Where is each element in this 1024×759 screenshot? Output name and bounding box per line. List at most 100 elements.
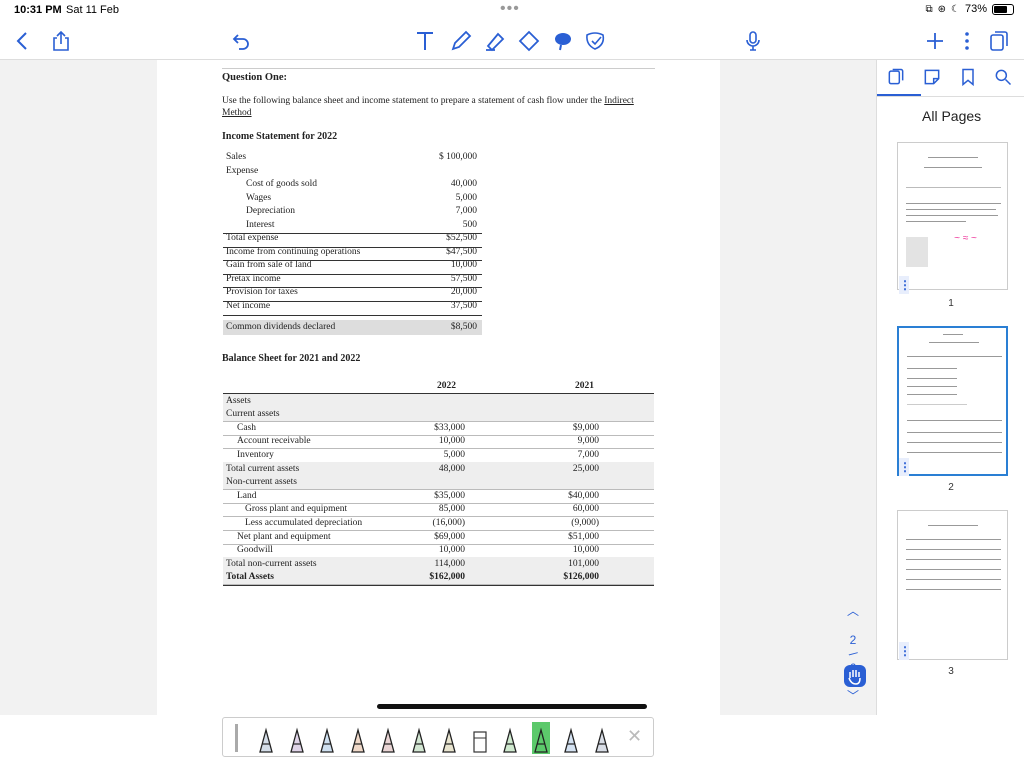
thumbnail-2-more[interactable]: ⋮: [899, 458, 911, 476]
pen-slot[interactable]: [440, 722, 458, 754]
moon-icon: ☾: [951, 3, 960, 15]
hand-tool-button[interactable]: [843, 664, 867, 688]
balance-value-2021: 10,000: [572, 545, 599, 556]
balance-value-2021: 60,000: [572, 504, 599, 515]
pen-slot[interactable]: [379, 722, 397, 754]
income-row-value: 40,000: [450, 179, 477, 189]
microphone-button[interactable]: [738, 26, 768, 56]
status-time: 10:31 PM: [14, 4, 62, 16]
chevron-left-icon: [16, 32, 27, 50]
page-number-1: 1: [948, 298, 954, 309]
balance-bottom-rule: [223, 585, 654, 587]
tray-divider: [235, 724, 238, 752]
shapes-tool-button[interactable]: [580, 26, 610, 56]
search-tab[interactable]: [992, 66, 1014, 88]
home-indicator[interactable]: [377, 704, 647, 709]
column-header-2021: 2021: [575, 381, 594, 391]
close-icon[interactable]: ✕: [627, 726, 642, 747]
outline-tab[interactable]: [921, 66, 943, 88]
chevron-down-icon[interactable]: ﹀: [840, 687, 866, 704]
undo-button[interactable]: [226, 26, 256, 56]
instruction-link-2: Method: [222, 108, 252, 118]
pen-slot[interactable]: [562, 722, 580, 754]
page-navigator[interactable]: ︿ 2 / 6 ﹀: [840, 600, 866, 710]
balance-row-label: Assets: [226, 395, 251, 406]
status-right: ⧉ ⊛ ☾ 73%: [925, 3, 1014, 15]
pen-slot[interactable]: [349, 722, 367, 754]
income-row-value: 500: [462, 219, 477, 230]
income-rule: [223, 233, 482, 234]
thumbnail-1-more[interactable]: ⋮: [899, 276, 911, 294]
add-button[interactable]: [920, 26, 950, 56]
income-row-label: Cost of goods sold: [246, 179, 317, 189]
balance-row-label: Total Assets: [226, 572, 274, 583]
chevron-up-icon[interactable]: ︿: [840, 602, 866, 619]
pen-tray: ✕: [222, 717, 654, 757]
text-tool-icon: [417, 32, 433, 50]
document-page[interactable]: Question One: Use the following balance …: [157, 60, 720, 715]
page-thumbnail-1[interactable]: ~ ≈ ~: [897, 142, 1008, 290]
plus-icon: [927, 33, 943, 49]
highlighter-tool-button[interactable]: [480, 26, 510, 56]
balance-row-shade: [223, 407, 654, 422]
page-number-3: 3: [948, 666, 954, 677]
highlighter-icon: [486, 32, 505, 52]
battery-icon: [992, 3, 1014, 15]
undo-icon: [232, 34, 249, 50]
income-row-label: Total expense: [226, 233, 279, 243]
share-button[interactable]: [46, 26, 76, 56]
status-date: Sat 11 Feb: [66, 4, 119, 16]
eraser-tool-button[interactable]: [514, 26, 544, 56]
balance-row-label: Current assets: [226, 409, 280, 420]
pen-slot[interactable]: [410, 722, 428, 754]
income-rule: [223, 301, 482, 302]
sidebar-title: All Pages: [922, 108, 982, 124]
income-row-value: $47,500: [446, 246, 477, 257]
instruction-text: Use the following balance sheet and inco…: [222, 96, 634, 106]
orientation-lock-icon: ⊛: [937, 3, 946, 15]
income-row-value: 37,500: [450, 300, 477, 311]
thumbnails-tab[interactable]: [885, 66, 907, 88]
dividends-label: Common dividends declared: [226, 322, 336, 332]
pen-slot[interactable]: [257, 722, 275, 754]
shapes-icon: [586, 32, 605, 50]
screen-mirror-icon: ⧉: [925, 3, 933, 15]
eraser-icon: [518, 30, 540, 52]
page-thumbnail-3[interactable]: [897, 510, 1008, 660]
income-row-value: 20,000: [450, 287, 477, 297]
page-thumbnail-2[interactable]: [897, 326, 1008, 476]
pen-tool-button[interactable]: [446, 26, 476, 56]
bookmarks-tab[interactable]: [957, 66, 979, 88]
text-tool-button[interactable]: [410, 26, 440, 56]
income-row-label: Depreciation: [246, 206, 296, 216]
microphone-icon: [746, 31, 760, 51]
balance-row-label: Inventory: [237, 449, 274, 460]
income-row-value: $ 100,000: [439, 152, 477, 162]
multitask-dots-icon[interactable]: •••: [500, 0, 520, 18]
page-top-rule: [222, 68, 655, 69]
lasso-icon: [555, 33, 571, 51]
pen-slot[interactable]: [318, 722, 336, 754]
pen-slot[interactable]: [471, 722, 489, 754]
income-row-label: Income from continuing operations: [226, 246, 361, 257]
income-row-label: Wages: [246, 192, 272, 203]
pages-button[interactable]: [984, 26, 1014, 56]
balance-value-2022: 85,000: [438, 504, 465, 515]
more-button[interactable]: [952, 26, 982, 56]
income-row-value: 10,000: [450, 260, 477, 270]
pen-slot[interactable]: [501, 722, 519, 754]
back-button[interactable]: [8, 26, 38, 56]
lasso-tool-button[interactable]: [548, 26, 578, 56]
balance-value-2022: $35,000: [434, 490, 465, 501]
income-rule: [223, 287, 482, 288]
document-area[interactable]: Question One: Use the following balance …: [0, 60, 876, 757]
thumbnail-3-more[interactable]: ⋮: [899, 642, 911, 660]
balance-value-2022: 10,000: [438, 545, 465, 556]
pen-slot[interactable]: [593, 722, 611, 754]
pen-slot[interactable]: [288, 722, 306, 754]
income-row-label: Net income: [226, 300, 271, 311]
balance-row-label: Cash: [237, 422, 256, 433]
balance-value-2022: (16,000): [432, 517, 465, 528]
bookmark-icon: [962, 68, 974, 87]
pen-slot[interactable]: [531, 722, 550, 754]
